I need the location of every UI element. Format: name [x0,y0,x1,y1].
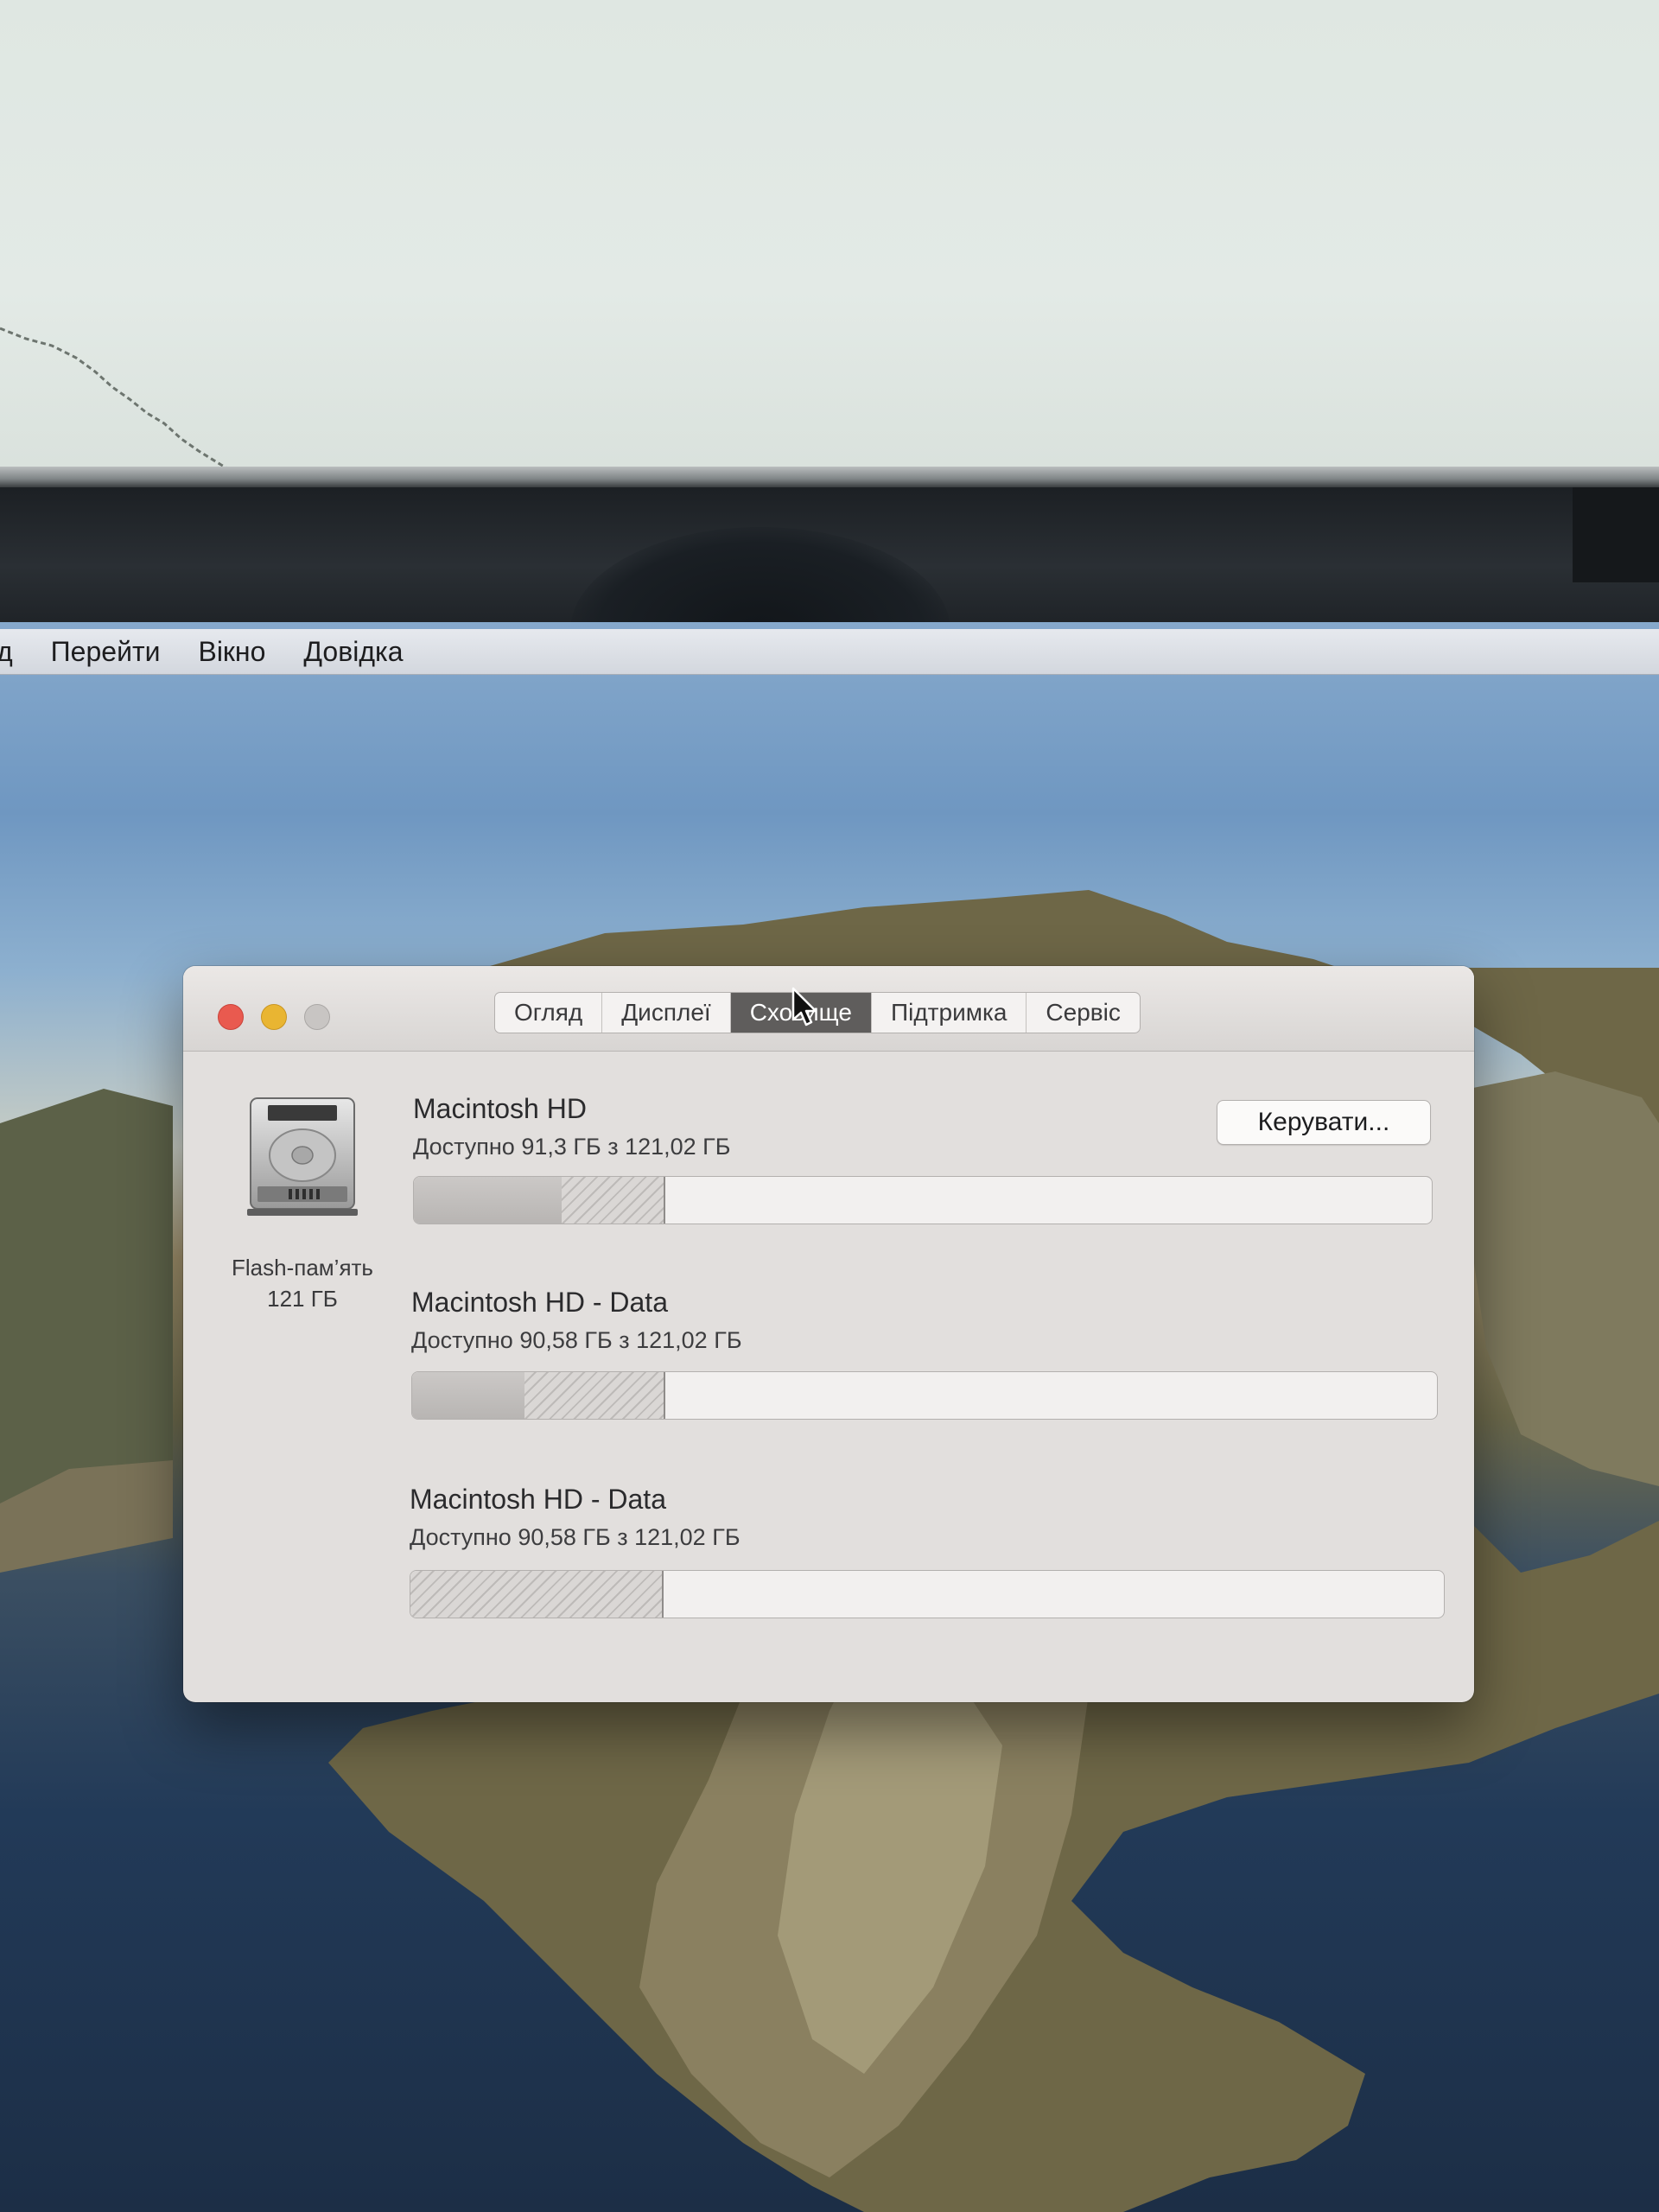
volume-item: Macintosh HD Доступно 91,3 ГБ з 121,02 Г… [413,1091,1450,1224]
menu-item-partial[interactable]: д [0,636,13,668]
volume-name: Macintosh HD - Data [410,1484,666,1515]
menu-bar: д Перейти Вікно Довідка [0,629,1659,675]
menu-item-help[interactable]: Довідка [303,636,403,668]
mouse-pointer-icon [791,987,817,1027]
volume-available: Доступно 90,58 ГБ з 121,02 ГБ [411,1327,742,1353]
menu-item-go[interactable]: Перейти [51,636,161,668]
bezel-corner [1573,487,1659,582]
wall-background [0,0,1659,484]
tab-service[interactable]: Сервіс [1027,993,1139,1033]
storage-used-segment [412,1372,525,1419]
laptop-lid-edge [0,467,1659,487]
wall-crack [0,327,260,484]
window-titlebar: Огляд Дисплеї Сховище Підтримка Сервіс [183,966,1474,1052]
drive-type-label: Flash-пам’ять [232,1255,373,1281]
drive-capacity-label: 121 ГБ [267,1286,338,1312]
hard-drive-icon [247,1097,358,1216]
tab-displays[interactable]: Дисплеї [602,993,731,1033]
volume-available: Доступно 91,3 ГБ з 121,02 ГБ [413,1134,731,1160]
volume-name: Macintosh HD - Data [411,1287,668,1318]
volume-name: Macintosh HD [413,1093,587,1124]
tab-overview[interactable]: Огляд [495,993,603,1033]
volume-item: Macintosh HD - Data Доступно 90,58 ГБ з … [410,1482,1446,1618]
minimize-button[interactable] [261,1004,287,1030]
storage-bar [410,1570,1445,1618]
storage-purgeable-segment [410,1571,664,1618]
storage-bar [413,1176,1433,1224]
drive-caption: Flash-пам’ять 121 ГБ [200,1252,404,1314]
volume-item: Macintosh HD - Data Доступно 90,58 ГБ з … [411,1285,1448,1420]
zoom-button [304,1004,330,1030]
storage-panel: Flash-пам’ять 121 ГБ Керувати... Macinto… [183,1052,1474,1702]
storage-purgeable-segment [561,1177,665,1224]
storage-bar [411,1371,1438,1420]
storage-used-segment [414,1177,562,1224]
storage-purgeable-segment [524,1372,665,1419]
about-this-mac-window: Огляд Дисплеї Сховище Підтримка Сервіс [183,966,1474,1702]
menu-item-window[interactable]: Вікно [198,636,265,668]
tab-support[interactable]: Підтримка [872,993,1027,1033]
volume-available: Доступно 90,58 ГБ з 121,02 ГБ [410,1524,741,1550]
close-button[interactable] [218,1004,244,1030]
